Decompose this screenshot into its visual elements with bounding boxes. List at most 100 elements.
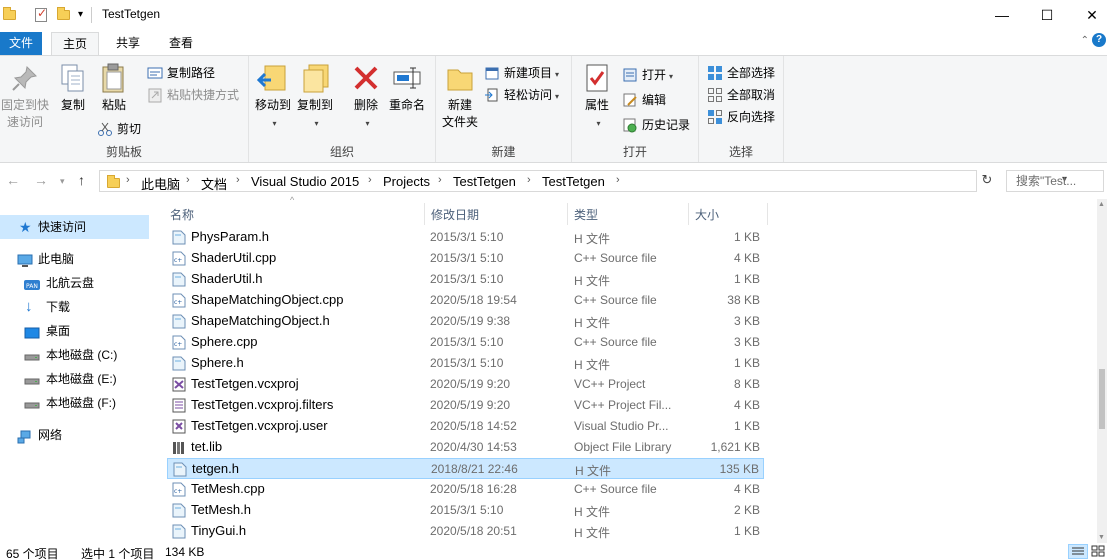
properties-button[interactable]: 属性 ▾ <box>580 62 614 132</box>
new-folder-button[interactable]: 新建 文件夹 <box>440 62 480 131</box>
paste-button[interactable]: 粘贴 <box>97 62 131 114</box>
sidebar-item-quick-access[interactable]: ★ 快速访问 <box>0 215 149 239</box>
copy-path-button[interactable]: 复制路径 <box>147 63 215 83</box>
breadcrumb-chevron-icon[interactable]: › <box>616 174 620 186</box>
sidebar-item-desktop[interactable]: 桌面 <box>0 319 149 343</box>
breadcrumb-chevron-icon[interactable]: › <box>186 174 190 186</box>
new-item-button[interactable]: 新建项目 ▾ <box>484 63 559 83</box>
file-date: 2020/5/19 9:38 <box>430 314 511 328</box>
breadcrumb-item[interactable]: 此电脑 <box>141 174 180 193</box>
move-to-button[interactable]: 移动到 ▾ <box>253 62 293 132</box>
breadcrumb-item[interactable]: 文档 <box>201 174 227 193</box>
column-divider[interactable] <box>688 203 689 225</box>
select-none-icon <box>707 87 723 103</box>
svg-text:PAN: PAN <box>26 283 38 290</box>
paste-shortcut-button[interactable]: 粘贴快捷方式 <box>147 85 239 105</box>
cut-button[interactable]: 剪切 <box>97 119 141 139</box>
file-row[interactable]: TestTetgen.vcxproj 2020/5/19 9:20 VC++ Pro… <box>167 374 764 395</box>
tab-home[interactable]: 主页 <box>51 32 99 55</box>
select-none-button[interactable]: 全部取消 <box>707 85 775 105</box>
sidebar-item-this-pc[interactable]: 此电脑 <box>0 247 149 271</box>
file-row[interactable]: tetgen.h 2018/8/21 22:46 H 文件 135 KB <box>167 458 764 479</box>
file-row[interactable]: TestTetgen.vcxproj.user 2020/5/18 14:52 Vi… <box>167 416 764 437</box>
address-bar[interactable]: › 此电脑 › 文档 › Visual Studio 2015 › Projec… <box>99 170 1067 193</box>
breadcrumb-chevron-icon[interactable]: › <box>527 174 531 186</box>
search-input[interactable]: 搜索"Test... <box>1006 170 1104 192</box>
column-header-name[interactable]: 名称 <box>170 206 194 223</box>
sidebar-item-cloud-drive[interactable]: PAN 北航云盘 <box>0 271 149 295</box>
up-arrow-icon[interactable]: ↑ <box>78 172 85 188</box>
close-button[interactable]: ✕ <box>1069 0 1107 30</box>
breadcrumb-item[interactable]: TestTetgen <box>453 174 516 189</box>
back-arrow-icon[interactable]: ← <box>6 172 20 188</box>
history-button[interactable]: 历史记录 <box>622 115 690 135</box>
column-header-size[interactable]: 大小 <box>695 206 719 223</box>
help-icon[interactable]: ? <box>1092 33 1106 47</box>
breadcrumb-chevron-icon[interactable]: › <box>236 174 240 186</box>
breadcrumb-chevron-icon[interactable]: › <box>438 174 442 186</box>
file-row[interactable]: tet.lib 2020/4/30 14:53 Object File Librar… <box>167 437 764 458</box>
delete-dropdown-icon: ▾ <box>365 119 370 128</box>
column-divider[interactable] <box>767 203 768 225</box>
copy-button[interactable]: 复制 <box>56 62 90 114</box>
file-row[interactable]: TetMesh.h 2015/3/1 5:10 H 文件 2 KB <box>167 500 764 521</box>
tab-view[interactable]: 查看 <box>158 32 204 55</box>
invert-selection-button[interactable]: 反向选择 <box>707 107 775 127</box>
file-row[interactable]: c+ ShaderUtil.cpp 2015/3/1 5:10 C++ Source … <box>167 248 764 269</box>
edit-button[interactable]: 编辑 <box>622 90 666 110</box>
forward-arrow-icon[interactable]: → <box>34 172 48 188</box>
file-row[interactable]: TinyGui.h 2020/5/18 20:51 H 文件 1 KB <box>167 521 764 542</box>
column-header-date[interactable]: 修改日期 <box>431 206 479 223</box>
refresh-icon[interactable]: ↻ <box>979 170 995 192</box>
breadcrumb-chevron-icon[interactable]: › <box>368 174 372 186</box>
scroll-up-arrow-icon[interactable]: ▲ <box>1098 201 1105 208</box>
file-row[interactable]: c+ TetMesh.cpp 2020/5/18 16:28 C++ Source f… <box>167 479 764 500</box>
open-button[interactable]: 打开 ▾ <box>622 65 673 85</box>
file-row[interactable]: PhysParam.h 2015/3/1 5:10 H 文件 1 KB <box>167 227 764 248</box>
pin-to-quick-access-button[interactable]: 固定到快 速访问 <box>0 62 50 131</box>
sidebar-item-drive-f[interactable]: 本地磁盘 (F:) <box>0 391 149 415</box>
open-icon <box>622 67 638 83</box>
breadcrumb-item[interactable]: Projects <box>383 174 430 189</box>
h-file-icon <box>173 462 187 477</box>
sidebar-item-drive-c[interactable]: 本地磁盘 (C:) <box>0 343 149 367</box>
file-row[interactable]: Sphere.h 2015/3/1 5:10 H 文件 1 KB <box>167 353 764 374</box>
column-divider[interactable] <box>567 203 568 225</box>
details-view-icon[interactable] <box>1068 544 1088 559</box>
breadcrumb-item[interactable]: TestTetgen <box>542 174 605 189</box>
file-row[interactable]: c+ ShapeMatchingObject.cpp 2020/5/18 19:54… <box>167 290 764 311</box>
scroll-down-arrow-icon[interactable]: ▼ <box>1098 534 1105 541</box>
properties-quick-access-icon[interactable] <box>33 6 49 23</box>
column-divider[interactable] <box>424 203 425 225</box>
copy-to-button[interactable]: 复制到 ▾ <box>295 62 335 132</box>
open-group: 属性 ▾ 打开 ▾ 编辑 历史记录 打开 <box>572 56 699 162</box>
scrollbar-thumb[interactable] <box>1099 369 1105 429</box>
easy-access-button[interactable]: 轻松访问 ▾ <box>484 85 559 105</box>
delete-button[interactable]: 删除 ▾ <box>349 62 383 132</box>
tab-share[interactable]: 共享 <box>106 32 150 55</box>
column-header-type[interactable]: 类型 <box>574 206 598 223</box>
breadcrumb-chevron-icon[interactable]: › <box>126 174 130 186</box>
file-row[interactable]: ShaderUtil.h 2015/3/1 5:10 H 文件 1 KB <box>167 269 764 290</box>
vertical-scrollbar[interactable]: ▲ ▼ <box>1097 199 1107 543</box>
file-name: TinyGui.h <box>191 523 247 538</box>
sidebar-item-network[interactable]: 网络 <box>0 423 149 447</box>
cpp-file-icon: c+ <box>172 482 186 497</box>
breadcrumb-item[interactable]: Visual Studio 2015 <box>251 174 359 189</box>
new-folder-quick-access-icon[interactable] <box>56 7 72 23</box>
sidebar-item-downloads[interactable]: ↓ 下载 <box>0 295 149 319</box>
maximize-button[interactable]: ☐ <box>1024 0 1070 30</box>
select-all-button[interactable]: 全部选择 <box>707 63 775 83</box>
collapse-ribbon-icon[interactable]: ⌃ <box>1081 35 1089 46</box>
new-item-icon <box>484 65 500 81</box>
file-row[interactable]: ShapeMatchingObject.h 2020/5/19 9:38 H 文件 3… <box>167 311 764 332</box>
large-icons-view-icon[interactable] <box>1089 544 1107 559</box>
recent-locations-chevron-icon[interactable]: ▾ <box>60 176 65 187</box>
file-name: ShapeMatchingObject.h <box>191 313 330 328</box>
tab-file[interactable]: 文件 <box>0 32 42 55</box>
sidebar-item-drive-e[interactable]: 本地磁盘 (E:) <box>0 367 149 391</box>
rename-button[interactable]: 重命名 <box>387 62 427 114</box>
file-row[interactable]: TestTetgen.vcxproj.filters 2020/5/19 9:20… <box>167 395 764 416</box>
file-row[interactable]: c+ Sphere.cpp 2015/3/1 5:10 C++ Source file… <box>167 332 764 353</box>
minimize-button[interactable]: — <box>979 0 1025 30</box>
